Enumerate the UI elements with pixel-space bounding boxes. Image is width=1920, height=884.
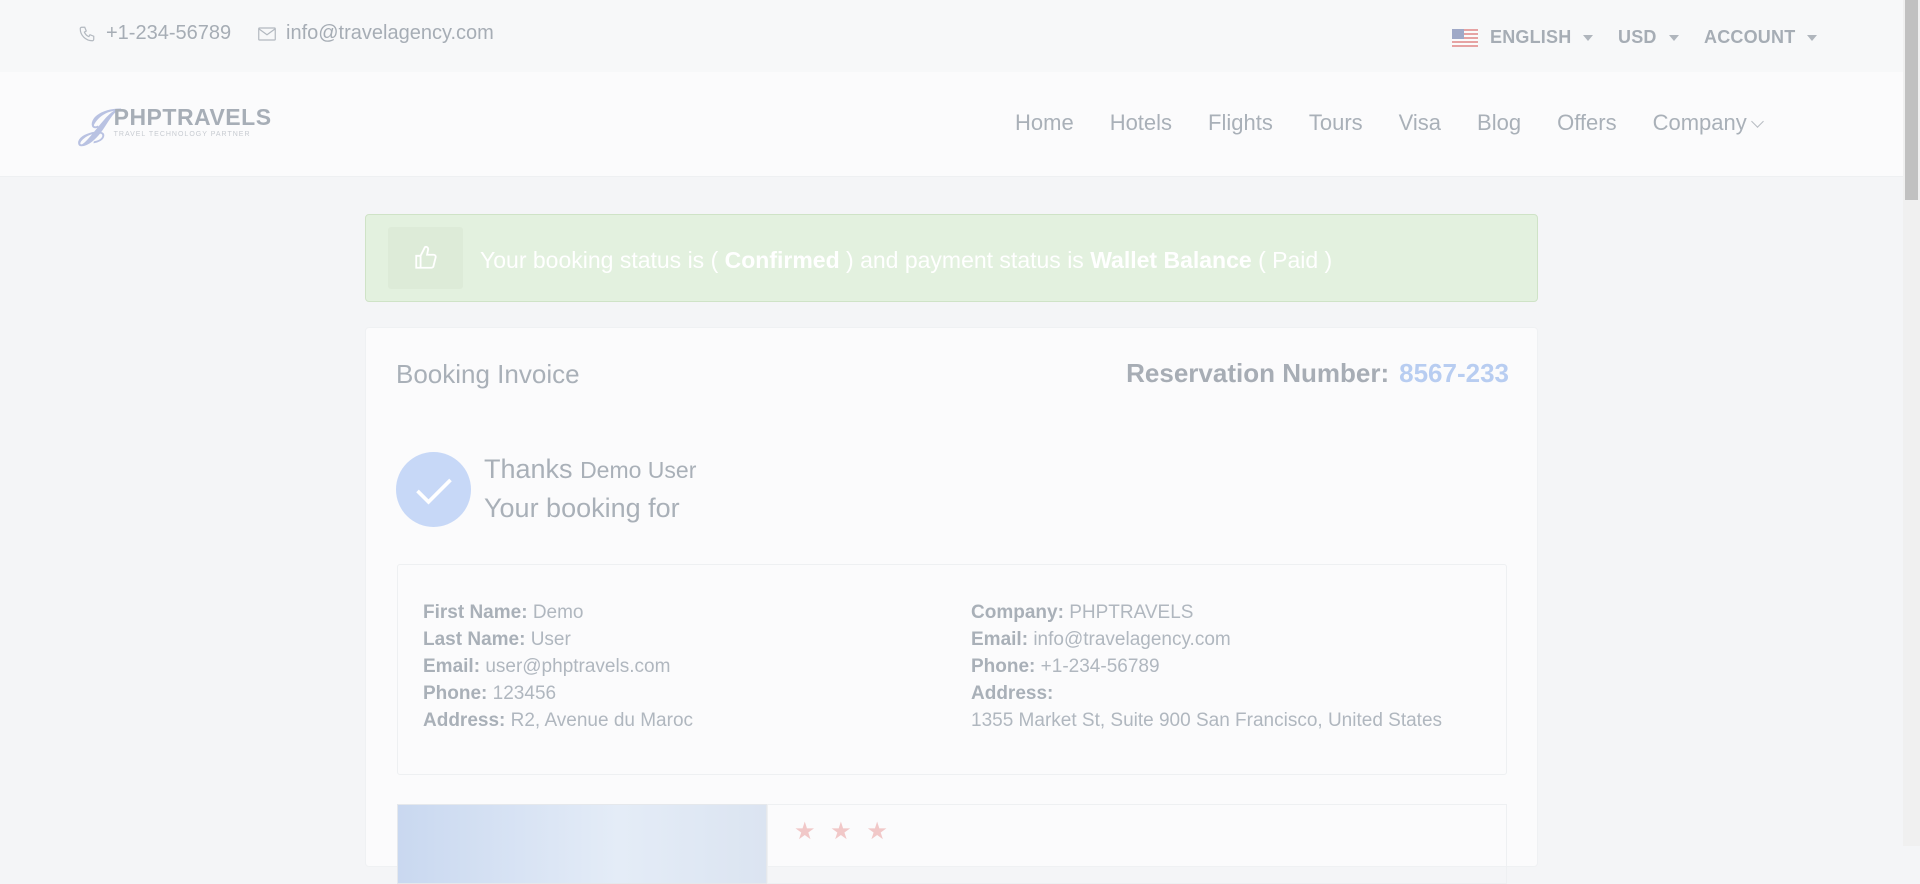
customer-address-label: Address: (423, 710, 506, 731)
caret-down-icon (1668, 35, 1679, 41)
nav-company-label: Company (1652, 110, 1747, 135)
booking-invoice-card: Booking Invoice Reservation Number: 8567-… (365, 327, 1538, 884)
reservation-number: Reservation Number: 8567-233 (1126, 358, 1509, 389)
us-flag-icon (1452, 28, 1478, 47)
user-name: Demo User (580, 457, 697, 483)
phone-text: +1-234-56789 (106, 22, 232, 44)
alert-prefix: Your booking status is ( (480, 247, 725, 273)
logo-icon: 𝒥 (80, 100, 108, 147)
company-email-value: info@travelagency.com (1033, 629, 1231, 650)
main-navbar: 𝒥 PHPTRAVELS TRAVEL TECHNOLOGY PARTNER H… (0, 72, 1903, 177)
customer-email-value: user@phptravels.com (485, 656, 671, 677)
booking-status-alert: Your booking status is ( Confirmed ) and… (365, 214, 1538, 302)
caret-down-icon (1583, 35, 1594, 41)
account-label: ACCOUNT (1704, 27, 1796, 47)
currency-label: USD (1618, 27, 1657, 47)
logo-text: PHPTRAVELS (113, 104, 272, 130)
contact-phone[interactable]: +1-234-56789 (78, 22, 231, 45)
nav-links: Home Hotels Flights Tours Visa Blog Offe… (1015, 110, 1764, 136)
payment-status-value: ( Paid ) (1251, 247, 1333, 273)
nav-company[interactable]: Company (1652, 110, 1764, 136)
last-name-label: Last Name: (423, 629, 526, 650)
checkmark-icon (396, 452, 471, 527)
first-name-value: Demo (532, 602, 584, 623)
customer-email-label: Email: (423, 656, 481, 677)
booking-status-value: Confirmed (724, 247, 840, 273)
logo-tagline: TRAVEL TECHNOLOGY PARTNER (113, 131, 251, 138)
customer-address-value: R2, Avenue du Maroc (510, 710, 694, 731)
chevron-down-icon (1750, 114, 1764, 128)
hotel-image (397, 804, 767, 884)
contact-email[interactable]: info@travelagency.com (258, 22, 494, 45)
hotel-summary: ★ ★ ★ (767, 804, 1507, 884)
company-phone-value: +1-234-56789 (1040, 656, 1160, 677)
language-dropdown[interactable]: ENGLISH (1452, 27, 1594, 48)
alert-middle: ) and payment status is (839, 247, 1091, 273)
caret-down-icon (1807, 35, 1818, 41)
customer-details: First Name: Demo Last Name: User Email: … (423, 599, 693, 734)
nav-tours[interactable]: Tours (1309, 110, 1363, 136)
language-label: ENGLISH (1490, 27, 1572, 47)
reservation-label: Reservation Number: (1126, 358, 1390, 388)
thanks-label: Thanks (484, 454, 573, 484)
last-name-value: User (530, 629, 571, 650)
nav-blog[interactable]: Blog (1477, 110, 1521, 136)
email-text: info@travelagency.com (286, 22, 494, 44)
company-address-value: 1355 Market St, Suite 900 San Francisco,… (971, 710, 1443, 731)
nav-flights[interactable]: Flights (1208, 110, 1273, 136)
thumbs-up-icon (388, 227, 463, 289)
nav-visa[interactable]: Visa (1399, 110, 1441, 136)
invoice-title: Booking Invoice (396, 359, 580, 389)
account-dropdown[interactable]: ACCOUNT (1704, 27, 1818, 48)
first-name-label: First Name: (423, 602, 528, 623)
company-address-label: Address: (971, 683, 1054, 704)
currency-dropdown[interactable]: USD (1618, 27, 1679, 48)
company-phone-label: Phone: (971, 656, 1036, 677)
phone-icon (79, 26, 95, 41)
nav-home[interactable]: Home (1015, 110, 1074, 136)
mail-icon (258, 26, 276, 41)
company-details: Company: PHPTRAVELS Email: info@travelag… (971, 599, 1442, 734)
booking-for-label: Your booking for (484, 493, 680, 523)
scrollbar-thumb[interactable] (1905, 0, 1918, 200)
customer-phone-label: Phone: (423, 683, 488, 704)
customer-phone-value: 123456 (492, 683, 557, 704)
alert-message: Your booking status is ( Confirmed ) and… (480, 247, 1332, 274)
star-rating: ★ ★ ★ (794, 818, 892, 845)
nav-hotels[interactable]: Hotels (1110, 110, 1172, 136)
payment-method-value: Wallet Balance (1090, 247, 1252, 273)
company-value: PHPTRAVELS (1069, 602, 1194, 623)
contact-details-box: First Name: Demo Last Name: User Email: … (397, 564, 1507, 775)
top-bar: +1-234-56789 info@travelagency.com ENGLI… (0, 0, 1903, 72)
thanks-message: Thanks Demo User (484, 454, 696, 485)
reservation-number-value: 8567-233 (1399, 358, 1509, 388)
company-email-label: Email: (971, 629, 1029, 650)
nav-offers[interactable]: Offers (1557, 110, 1617, 136)
company-label: Company: (971, 602, 1064, 623)
site-logo[interactable]: 𝒥 PHPTRAVELS TRAVEL TECHNOLOGY PARTNER (80, 104, 272, 144)
